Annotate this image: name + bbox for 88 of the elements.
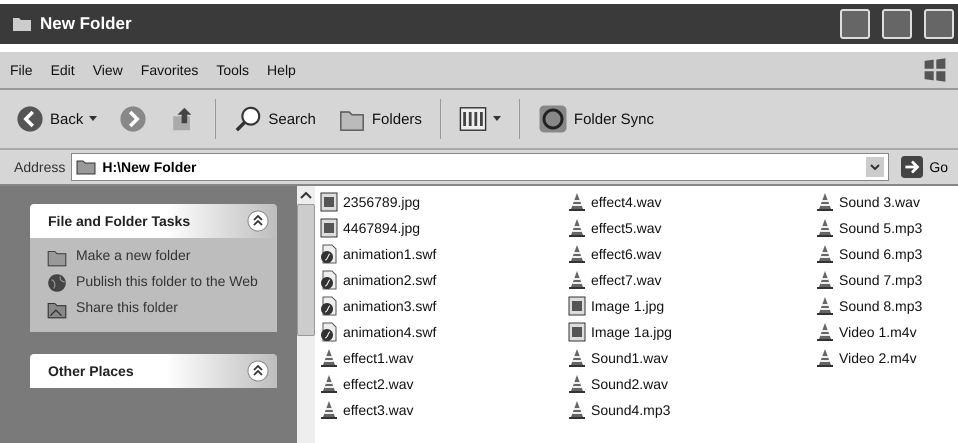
back-button[interactable]: Back <box>12 103 102 135</box>
search-icon <box>234 105 262 133</box>
traffic-cone-icon <box>567 270 587 290</box>
flash-file-icon <box>319 322 339 342</box>
traffic-cone-icon <box>815 192 835 212</box>
file-name[interactable]: Sound1.wav <box>591 350 668 366</box>
back-icon <box>16 105 44 133</box>
file-name[interactable]: effect5.wav <box>591 220 662 236</box>
traffic-cone-icon <box>567 218 587 238</box>
file-name[interactable]: Video 2.m4v <box>839 350 917 366</box>
minimize-button[interactable] <box>840 9 870 39</box>
dropdown-icon[interactable] <box>866 157 884 177</box>
file-name[interactable]: Sound 7.mp3 <box>839 272 922 288</box>
folder-icon <box>12 16 32 32</box>
file-name[interactable]: Video 1.m4v <box>839 324 917 340</box>
caret-icon <box>89 116 98 122</box>
panel-title: File and Folder Tasks <box>48 213 190 229</box>
file-name[interactable]: Sound 5.mp3 <box>839 220 922 236</box>
globe-icon <box>46 272 68 294</box>
windows-logo-icon <box>922 57 948 83</box>
flash-file-icon <box>319 270 339 290</box>
folder-sync-icon <box>538 104 568 134</box>
scroll-up-icon[interactable] <box>299 190 313 200</box>
traffic-cone-icon <box>815 218 835 238</box>
traffic-cone-icon <box>567 244 587 264</box>
file-name[interactable]: Image 1.jpg <box>591 298 664 314</box>
file-name[interactable]: animation2.swf <box>343 272 436 288</box>
file-name[interactable]: animation1.swf <box>343 246 436 262</box>
file-name[interactable]: effect2.wav <box>343 376 414 392</box>
traffic-cone-icon <box>567 192 587 212</box>
image-file-icon <box>567 296 587 316</box>
traffic-cone-icon <box>567 348 587 368</box>
file-name[interactable]: 4467894.jpg <box>343 220 420 236</box>
go-button[interactable]: Go <box>895 155 954 179</box>
file-name[interactable]: effect6.wav <box>591 246 662 262</box>
traffic-cone-icon <box>319 374 339 394</box>
menu-item[interactable]: Favorites <box>140 62 198 78</box>
caret-icon <box>492 116 501 122</box>
maximize-button[interactable] <box>882 9 912 39</box>
panel-title: Other Places <box>48 363 134 379</box>
file-name[interactable]: Image 1a.jpg <box>591 324 672 340</box>
file-name[interactable]: effect4.wav <box>591 194 662 210</box>
image-file-icon <box>319 192 339 212</box>
folder-icon <box>76 159 96 175</box>
traffic-cone-icon <box>815 270 835 290</box>
image-file-icon <box>319 218 339 238</box>
task-link[interactable]: Make a new folder <box>46 246 265 268</box>
file-name[interactable]: effect3.wav <box>343 402 414 418</box>
task-link[interactable]: Share this folder <box>46 298 265 320</box>
folders-button[interactable]: Folders <box>334 103 426 135</box>
collapse-icon[interactable] <box>247 360 269 382</box>
file-name[interactable]: animation3.swf <box>343 298 436 314</box>
flash-file-icon <box>319 244 339 264</box>
file-name[interactable]: effect7.wav <box>591 272 662 288</box>
collapse-icon[interactable] <box>247 210 269 232</box>
traffic-cone-icon <box>815 244 835 264</box>
file-name[interactable]: Sound 6.mp3 <box>839 246 922 262</box>
search-button[interactable]: Search <box>230 103 320 135</box>
traffic-cone-icon <box>815 296 835 316</box>
file-name[interactable]: Sound 3.wav <box>839 194 920 210</box>
file-name[interactable]: effect1.wav <box>343 350 414 366</box>
views-icon <box>458 105 487 133</box>
traffic-cone-icon <box>567 400 587 420</box>
address-label: Address <box>14 159 66 175</box>
file-name[interactable]: Sound2.wav <box>591 376 668 392</box>
menu-item[interactable]: View <box>92 62 123 78</box>
image-file-icon <box>567 322 587 342</box>
traffic-cone-icon <box>319 348 339 368</box>
file-name[interactable]: Sound 8.mp3 <box>839 298 922 314</box>
file-name[interactable]: Sound4.mp3 <box>591 402 670 418</box>
address-field[interactable]: H:\New Folder <box>71 153 890 181</box>
menu-item[interactable]: Tools <box>216 62 250 78</box>
traffic-cone-icon <box>567 374 587 394</box>
window-title: New Folder <box>40 14 133 34</box>
menu-item[interactable]: Edit <box>50 62 75 78</box>
file-name[interactable]: 2356789.jpg <box>343 194 420 210</box>
traffic-cone-icon <box>815 322 835 342</box>
close-button[interactable] <box>924 9 954 39</box>
sync-button[interactable]: Folder Sync <box>534 102 658 136</box>
traffic-cone-icon <box>319 400 339 420</box>
flash-file-icon <box>319 296 339 316</box>
menu-item[interactable]: Help <box>267 62 296 78</box>
traffic-cone-icon <box>815 348 835 368</box>
file-name[interactable]: animation4.swf <box>343 324 436 340</box>
scrollbar[interactable] <box>297 186 315 443</box>
forward-icon <box>119 105 148 133</box>
menu-item[interactable]: File <box>10 62 33 78</box>
task-link[interactable]: Publish this folder to the Web <box>46 272 265 294</box>
